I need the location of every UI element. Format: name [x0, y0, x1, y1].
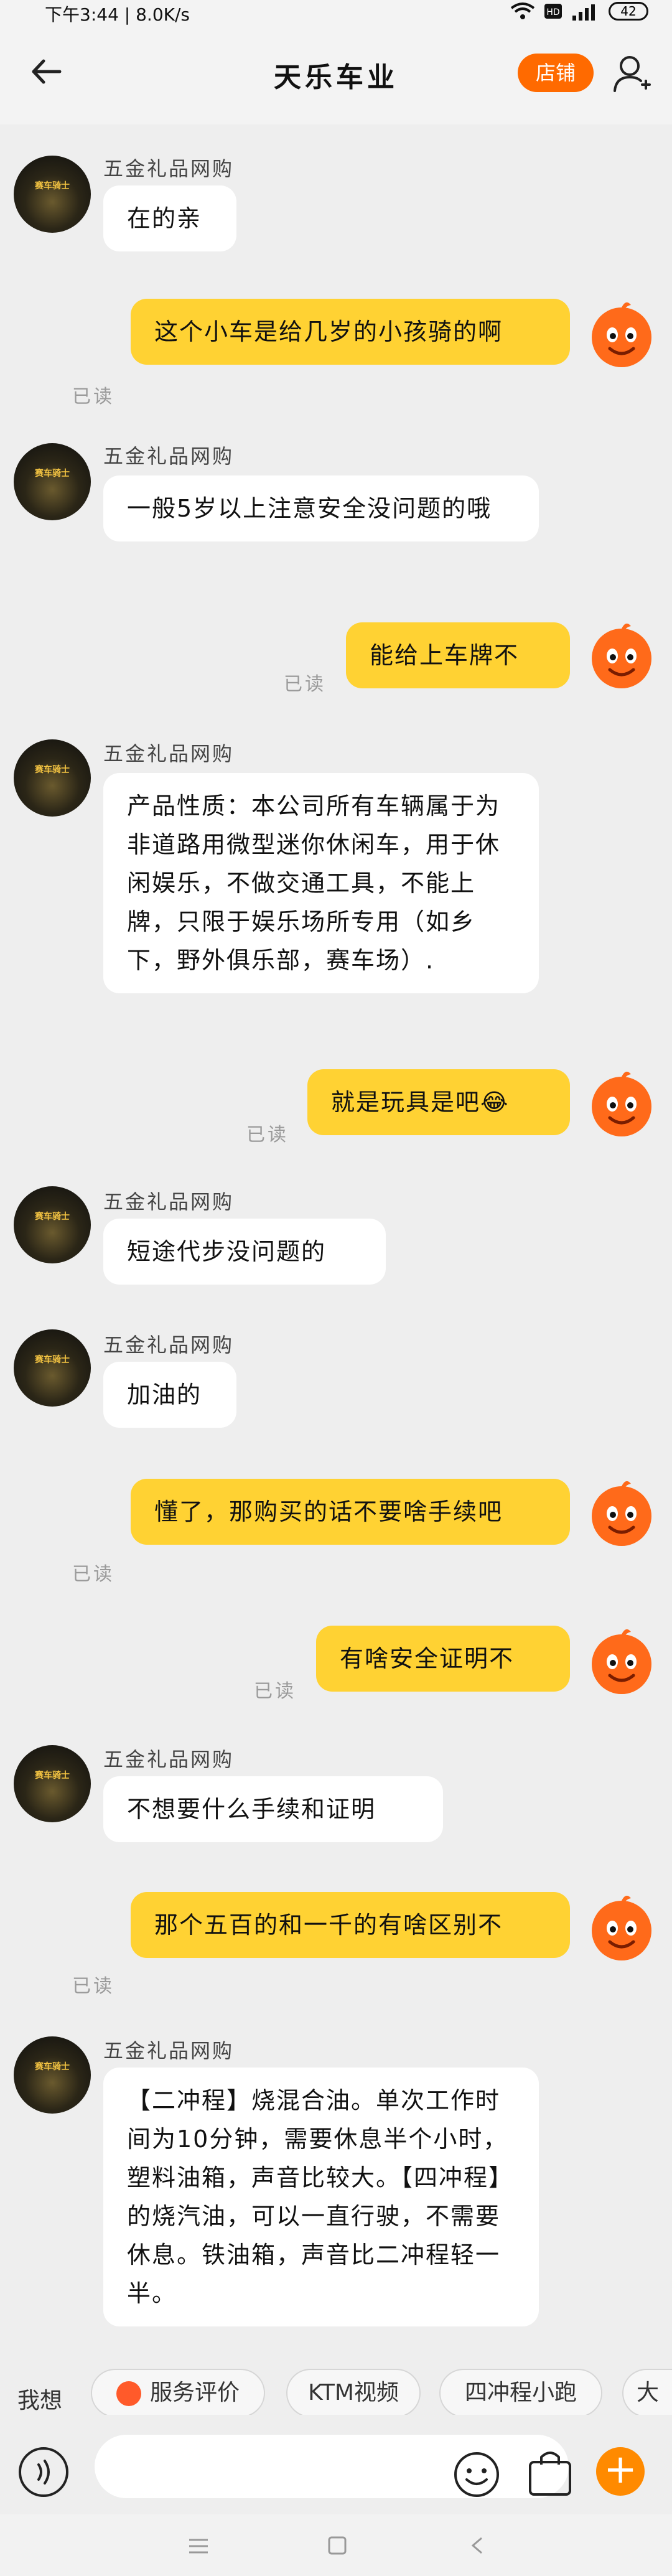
voice-icon[interactable] — [17, 2446, 70, 2498]
chip-ktm-video[interactable]: KTM视频 — [286, 2369, 421, 2417]
seller-avatar[interactable]: 赛车骑士 — [14, 1186, 91, 1263]
menu-icon[interactable] — [187, 2537, 210, 2555]
message-bubble-seller: 不想要什么手续和证明 — [103, 1776, 443, 1842]
sender-name: 五金礼品网购 — [103, 2039, 235, 2063]
message-bubble-seller: 产品性质：本公司所有车辆属于为非道路用微型迷你休闲车，用于休闲娱乐，不做交通工具… — [103, 773, 539, 993]
message-bubble-user: 那个五百的和一千的有啥区别不 — [131, 1892, 570, 1958]
user-avatar[interactable] — [585, 1892, 658, 1965]
user-avatar[interactable] — [585, 1478, 658, 1551]
svg-text:HD: HD — [546, 7, 559, 17]
message-bubble-user: 懂了，那购买的话不要啥手续吧 — [131, 1479, 570, 1545]
back-icon[interactable] — [468, 2536, 485, 2555]
seller-avatar[interactable]: 赛车骑士 — [14, 1329, 91, 1407]
hd-icon: HD — [544, 4, 562, 19]
read-receipt: 已读 — [246, 1124, 289, 1146]
status-icons: HD 42 — [510, 0, 648, 22]
message-bubble-user: 有啥安全证明不 — [316, 1626, 570, 1692]
user-avatar[interactable] — [585, 299, 658, 372]
read-receipt: 已读 — [284, 673, 326, 695]
seller-avatar[interactable]: 赛车骑士 — [14, 156, 91, 233]
home-icon[interactable] — [327, 2536, 347, 2555]
sender-name: 五金礼品网购 — [103, 742, 235, 766]
message-bubble-user: 就是玩具是吧😂 — [307, 1069, 570, 1135]
user-avatar[interactable] — [585, 620, 658, 693]
read-receipt: 已读 — [72, 386, 114, 408]
sender-name: 五金礼品网购 — [103, 444, 235, 468]
message-bubble-seller: 【二冲程】烧混合油。单次工作时间为10分钟，需要休息半个小时，塑料油箱，声音比较… — [103, 2068, 539, 2326]
sender-name: 五金礼品网购 — [103, 157, 235, 180]
seller-avatar[interactable]: 赛车骑士 — [14, 739, 91, 817]
sender-name: 五金礼品网购 — [103, 1333, 235, 1357]
chip-service-review[interactable]: 服务评价 — [91, 2369, 265, 2417]
person-icon[interactable] — [610, 52, 653, 96]
sender-name: 五金礼品网购 — [103, 1190, 235, 1214]
read-receipt: 已读 — [72, 1975, 114, 1997]
message-bubble-user: 这个小车是给几岁的小孩骑的啊 — [131, 299, 570, 365]
review-icon — [116, 2381, 141, 2406]
shop-button[interactable]: 店铺 — [518, 54, 594, 92]
seller-avatar[interactable]: 赛车骑士 — [14, 443, 91, 520]
read-receipt: 已读 — [254, 1680, 296, 1702]
message-bubble-seller: 在的亲 — [103, 185, 236, 251]
sender-name: 五金礼品网购 — [103, 1748, 235, 1771]
user-avatar[interactable] — [585, 1626, 658, 1699]
message-bubble-user: 能给上车牌不 — [346, 622, 570, 688]
read-receipt: 已读 — [72, 1563, 114, 1585]
signal-icon — [572, 4, 595, 21]
quick-reply-label: 我想 — [17, 2388, 63, 2414]
seller-avatar[interactable]: 赛车骑士 — [14, 1745, 91, 1822]
battery-indicator: 42 — [609, 2, 648, 21]
wifi-icon — [510, 2, 535, 19]
message-bubble-seller: 加油的 — [103, 1362, 236, 1428]
message-bubble-seller: 一般5岁以上注意安全没问题的哦 — [103, 475, 539, 541]
message-bubble-seller: 短途代步没问题的 — [103, 1219, 386, 1285]
user-avatar[interactable] — [585, 1068, 658, 1141]
status-time: 下午3:44 | 8.0K/s — [45, 4, 190, 25]
shopping-bag-icon[interactable] — [525, 2446, 575, 2498]
chip-four-stroke[interactable]: 四冲程小跑 — [439, 2369, 602, 2417]
plus-icon[interactable]: + — [596, 2447, 645, 2496]
seller-avatar[interactable]: 赛车骑士 — [14, 2036, 91, 2114]
chip-more[interactable]: 大 — [622, 2369, 672, 2417]
emoji-icon[interactable] — [452, 2450, 502, 2499]
